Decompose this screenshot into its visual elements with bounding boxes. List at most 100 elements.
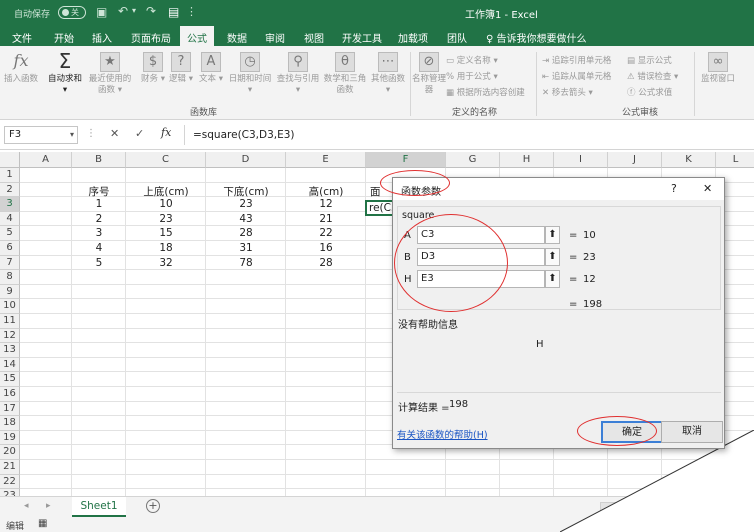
table-cell[interactable]: 10: [126, 197, 206, 211]
column-header[interactable]: K: [662, 152, 716, 168]
show-formulas-button[interactable]: ▤ 显示公式: [627, 54, 672, 66]
tab-insert[interactable]: 插入: [92, 30, 112, 45]
trace-dependents-button[interactable]: ⇤ 追踪从属单元格: [542, 70, 611, 82]
table-cell[interactable]: 18: [126, 241, 206, 255]
table-cell[interactable]: 3: [72, 226, 126, 240]
arg-h-collapse-icon[interactable]: ⬆: [545, 270, 560, 288]
logical-button[interactable]: ? 逻辑 ▾: [164, 52, 198, 85]
sheet-tab-sheet1[interactable]: Sheet1: [72, 497, 126, 517]
column-header[interactable]: H: [500, 152, 554, 168]
quick-access-dropdown-icon[interactable]: ⋮: [186, 5, 197, 18]
add-sheet-icon[interactable]: +: [146, 499, 160, 513]
cancel-icon[interactable]: ✕: [110, 127, 119, 140]
table-cell[interactable]: 31: [206, 241, 286, 255]
table-cell[interactable]: 43: [206, 212, 286, 226]
row-header[interactable]: 4: [0, 211, 20, 227]
column-header[interactable]: I: [554, 152, 608, 168]
row-header[interactable]: 18: [0, 416, 20, 431]
row-header[interactable]: 21: [0, 460, 20, 475]
tab-page-layout[interactable]: 页面布局: [131, 30, 171, 45]
table-cell[interactable]: 78: [206, 256, 286, 270]
column-header[interactable]: E: [286, 152, 366, 168]
table-cell[interactable]: 15: [126, 226, 206, 240]
enter-check-icon[interactable]: ✓: [135, 127, 144, 140]
help-icon[interactable]: ?: [671, 182, 677, 195]
close-icon[interactable]: ✕: [703, 182, 712, 195]
more-functions-button[interactable]: ⋯ 其他函数 ▾: [368, 52, 408, 96]
cancel-button[interactable]: 取消: [661, 421, 723, 443]
row-header[interactable]: 11: [0, 314, 20, 329]
recent-functions-button[interactable]: ★ 最近使用的函数 ▾: [88, 52, 132, 96]
row-header[interactable]: 23: [0, 489, 20, 496]
select-all-corner[interactable]: [0, 152, 20, 168]
row-header[interactable]: 17: [0, 401, 20, 417]
row-header[interactable]: 7: [0, 255, 20, 271]
row-header[interactable]: 19: [0, 430, 20, 446]
row-header[interactable]: 15: [0, 372, 20, 387]
column-header[interactable]: L: [716, 152, 754, 168]
save-icon[interactable]: ▣: [96, 5, 107, 19]
arg-a-collapse-icon[interactable]: ⬆: [545, 226, 560, 244]
define-name-button[interactable]: ▭ 定义名称 ▾: [446, 54, 498, 66]
lookup-button[interactable]: ⚲ 查找与引用 ▾: [274, 52, 322, 96]
create-from-selection-button[interactable]: ▦ 根据所选内容创建: [446, 86, 525, 98]
tell-me-search[interactable]: ♀ 告诉我你想要做什么: [486, 30, 587, 45]
table-cell[interactable]: 2: [72, 212, 126, 226]
tab-developer[interactable]: 开发工具: [342, 30, 382, 45]
row-header[interactable]: 22: [0, 474, 20, 490]
insert-function-button[interactable]: fx 插入函数: [4, 52, 38, 85]
tab-review[interactable]: 审阅: [265, 30, 285, 45]
row-header[interactable]: 9: [0, 284, 20, 300]
trace-precedents-button[interactable]: ⇥ 追踪引用单元格: [542, 54, 611, 66]
row-header[interactable]: 2: [0, 182, 20, 198]
scroll-left-icon[interactable]: ◂: [24, 501, 29, 511]
table-cell[interactable]: 16: [286, 241, 366, 255]
math-trig-button[interactable]: θ 数学和三角函数: [322, 52, 368, 96]
table-cell[interactable]: 21: [286, 212, 366, 226]
row-header[interactable]: 12: [0, 328, 20, 344]
tab-view[interactable]: 视图: [304, 30, 324, 45]
table-cell[interactable]: 5: [72, 256, 126, 270]
table-cell[interactable]: 4: [72, 241, 126, 255]
row-header[interactable]: 1: [0, 168, 20, 183]
undo-icon[interactable]: ↶: [118, 4, 128, 18]
table-cell[interactable]: 28: [206, 226, 286, 240]
column-header[interactable]: C: [126, 152, 206, 168]
datetime-button[interactable]: ◷ 日期和时间 ▾: [226, 52, 274, 96]
table-cell[interactable]: 1: [72, 197, 126, 211]
formula-input[interactable]: =square(C3,D3,E3): [184, 125, 754, 145]
row-header[interactable]: 6: [0, 241, 20, 256]
column-header[interactable]: J: [608, 152, 662, 168]
tab-formulas[interactable]: 公式: [180, 26, 214, 46]
redo-icon[interactable]: ↷: [146, 4, 156, 18]
row-header[interactable]: 8: [0, 270, 20, 285]
autosum-button[interactable]: Σ 自动求和 ▾: [48, 51, 82, 96]
drag-handle-icon[interactable]: ⋮: [86, 128, 96, 139]
column-header[interactable]: A: [20, 152, 72, 168]
row-header[interactable]: 14: [0, 357, 20, 373]
macro-record-icon[interactable]: ▦: [38, 518, 47, 529]
error-checking-button[interactable]: ⚠ 错误检查 ▾: [627, 70, 678, 82]
scroll-right-icon[interactable]: ▸: [46, 501, 51, 511]
remove-arrows-button[interactable]: ✕ 移去箭头 ▾: [542, 86, 593, 98]
table-cell[interactable]: 12: [286, 197, 366, 211]
insert-function-fx-icon[interactable]: fx: [161, 126, 171, 139]
row-header[interactable]: 3: [0, 197, 20, 212]
row-header[interactable]: 16: [0, 387, 20, 402]
column-header[interactable]: F: [366, 152, 446, 168]
row-header[interactable]: 13: [0, 343, 20, 358]
column-header[interactable]: G: [446, 152, 500, 168]
undo-dropdown-icon[interactable]: ▾: [132, 6, 136, 15]
use-in-formula-button[interactable]: % 用于公式 ▾: [446, 70, 498, 82]
table-cell[interactable]: 23: [206, 197, 286, 211]
tab-file[interactable]: 文件: [12, 30, 32, 45]
table-cell[interactable]: 22: [286, 226, 366, 240]
tab-addins[interactable]: 加载项: [398, 30, 428, 45]
arg-b-collapse-icon[interactable]: ⬆: [545, 248, 560, 266]
table-cell[interactable]: 28: [286, 256, 366, 270]
table-cell[interactable]: 32: [126, 256, 206, 270]
briefcase-icon[interactable]: ▤: [168, 5, 179, 19]
text-button[interactable]: A 文本 ▾: [194, 52, 228, 85]
help-link[interactable]: 有关该函数的帮助(H): [397, 427, 488, 441]
tab-team[interactable]: 团队: [447, 30, 467, 45]
